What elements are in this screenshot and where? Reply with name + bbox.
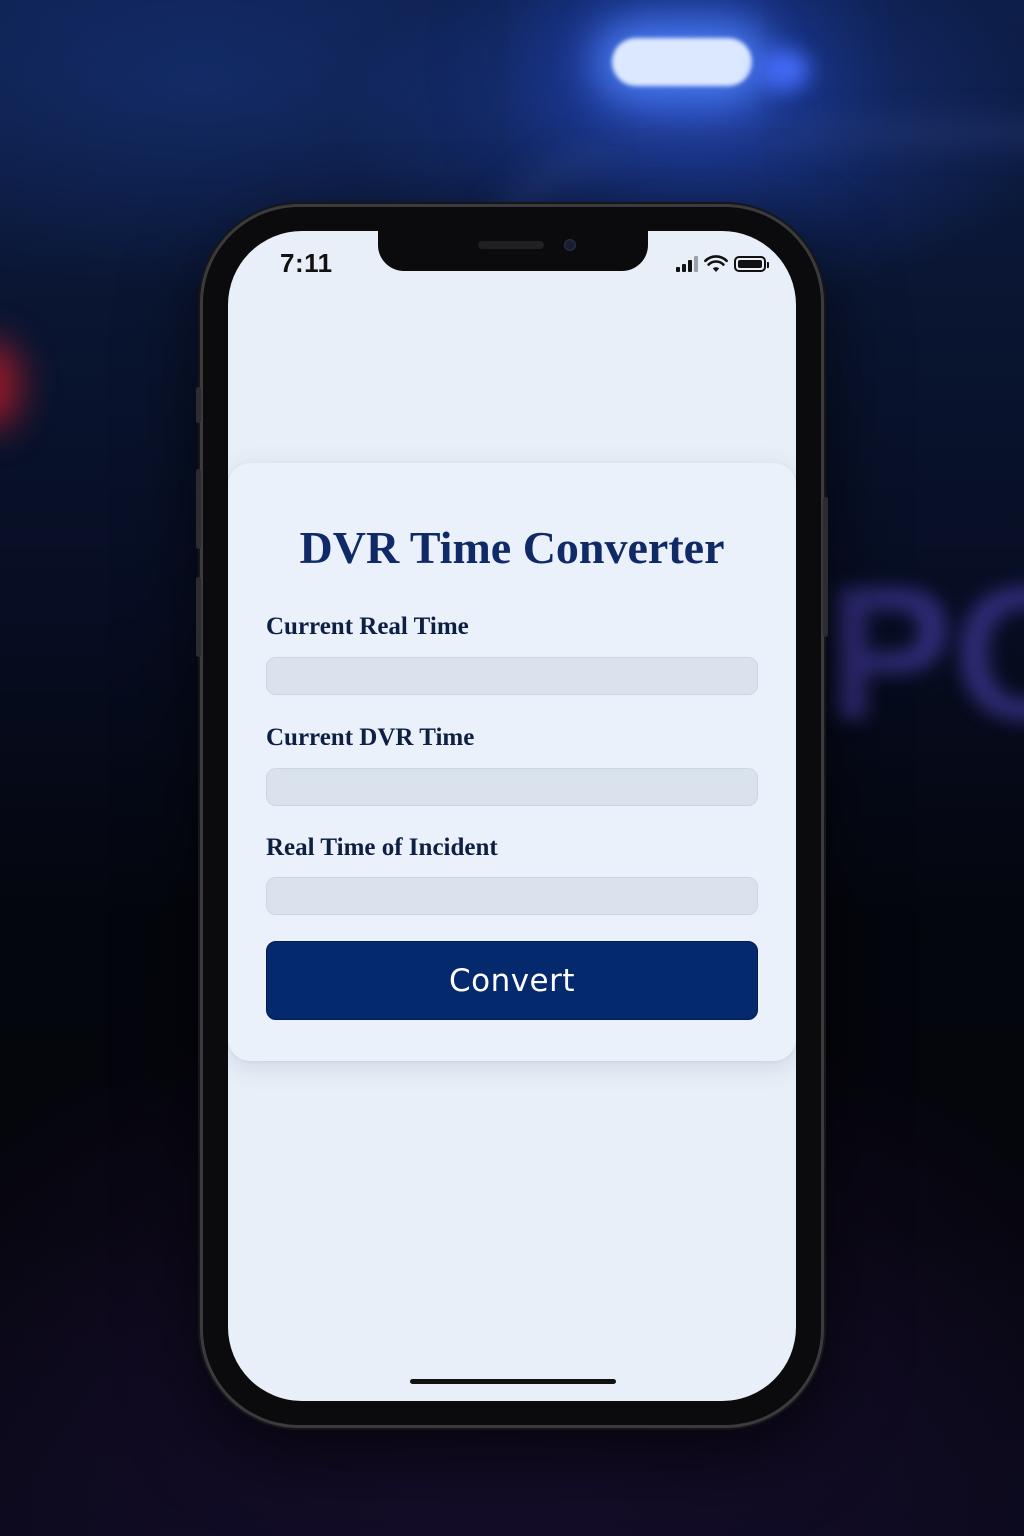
current-real-time-label: Current Real Time (266, 613, 469, 640)
police-lettering: POLI (826, 548, 1024, 760)
phone-screen: 7:11 DVR Time Converter Current Real Tim… (228, 231, 796, 1401)
phone-frame: 7:11 DVR Time Converter Current Real Tim… (196, 207, 828, 1425)
volume-up-button (196, 469, 201, 549)
mute-switch (196, 387, 201, 423)
status-time: 7:11 (280, 248, 333, 278)
page-title: DVR Time Converter (299, 522, 725, 573)
earpiece-speaker (478, 241, 544, 249)
police-light-bar (612, 38, 752, 86)
current-real-time-input[interactable] (266, 657, 758, 695)
current-dvr-time-label: Current DVR Time (266, 724, 475, 751)
home-indicator[interactable] (410, 1379, 616, 1384)
battery-icon (734, 256, 769, 272)
converter-card: DVR Time Converter Current Real Time Cur… (228, 463, 796, 1061)
notch (378, 231, 648, 271)
wifi-icon (704, 255, 728, 272)
real-time-of-incident-input[interactable] (266, 877, 758, 915)
current-dvr-time-input[interactable] (266, 768, 758, 806)
volume-down-button (196, 577, 201, 657)
convert-button[interactable]: Convert (266, 941, 758, 1020)
police-light-glow (760, 50, 810, 90)
front-camera-icon (564, 239, 576, 251)
red-light-glow (0, 340, 20, 430)
real-time-of-incident-label: Real Time of Incident (266, 834, 498, 861)
status-icons (676, 253, 769, 275)
cellular-signal-icon (676, 256, 698, 272)
power-button (823, 497, 828, 637)
